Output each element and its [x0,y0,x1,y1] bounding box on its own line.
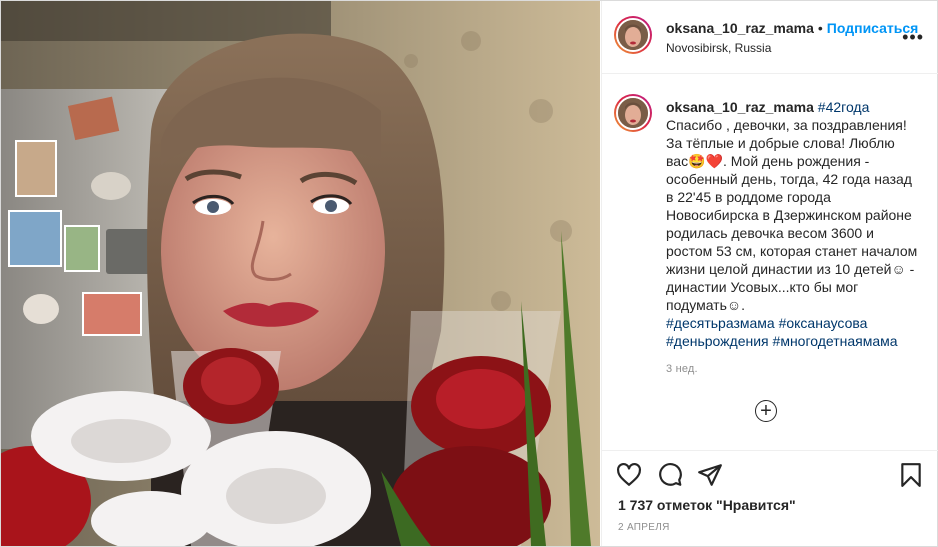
caption-time[interactable]: 3 нед. [666,363,698,375]
caption-username[interactable]: oksana_10_raz_mama [666,99,814,115]
hashtags: #десятьразмама #оксанаусова #деньрождени… [666,314,918,350]
post-header: oksana_10_raz_mama • Подписаться Novosibir… [602,1,938,74]
caption-avatar[interactable] [614,94,652,132]
share-icon[interactable] [697,462,723,488]
post-date[interactable]: 2 АПРЕЛЯ [618,522,670,533]
hashtag-link[interactable]: #многодетнаямама [773,333,898,349]
header-user-line: oksana_10_raz_mama • Подписаться [666,20,918,36]
action-bar: 1 737 отметок "Нравится" 2 АПРЕЛЯ [602,450,938,547]
comment-icon[interactable] [657,462,683,488]
hashtag-link[interactable]: #десятьразмама [666,315,775,331]
caption-text: . Мой день рождения - особенный день, то… [666,153,918,313]
post-photo[interactable] [1,1,600,546]
hashtag-link[interactable]: #42года [818,99,870,115]
hashtag-link[interactable]: #оксанаусова [779,315,868,331]
caption: oksana_10_raz_mama #42года Спасибо , дев… [666,98,918,350]
header-username[interactable]: oksana_10_raz_mama [666,20,814,36]
hashtag-link[interactable]: #деньрождения [666,333,769,349]
avatar-image [616,96,650,130]
likes-count[interactable]: 1 737 отметок "Нравится" [618,497,796,513]
location-link[interactable]: Novosibirsk, Russia [666,41,771,55]
star-struck-emoji: 🤩 [688,153,706,169]
load-more-comments-icon[interactable]: + [755,400,777,422]
avatar[interactable] [614,16,652,54]
comments-area: oksana_10_raz_mama #42года Спасибо , дев… [602,74,938,449]
avatar-image [616,18,650,52]
separator-dot: • [817,20,823,36]
more-options-icon[interactable]: ••• [902,28,924,46]
post-sidebar: oksana_10_raz_mama • Подписаться Novosibir… [601,1,938,546]
heart-icon[interactable] [616,462,642,488]
instagram-post: oksana_10_raz_mama • Подписаться Novosibir… [0,0,938,547]
bookmark-icon[interactable] [898,462,924,488]
heart-emoji: ❤️ [705,153,723,169]
